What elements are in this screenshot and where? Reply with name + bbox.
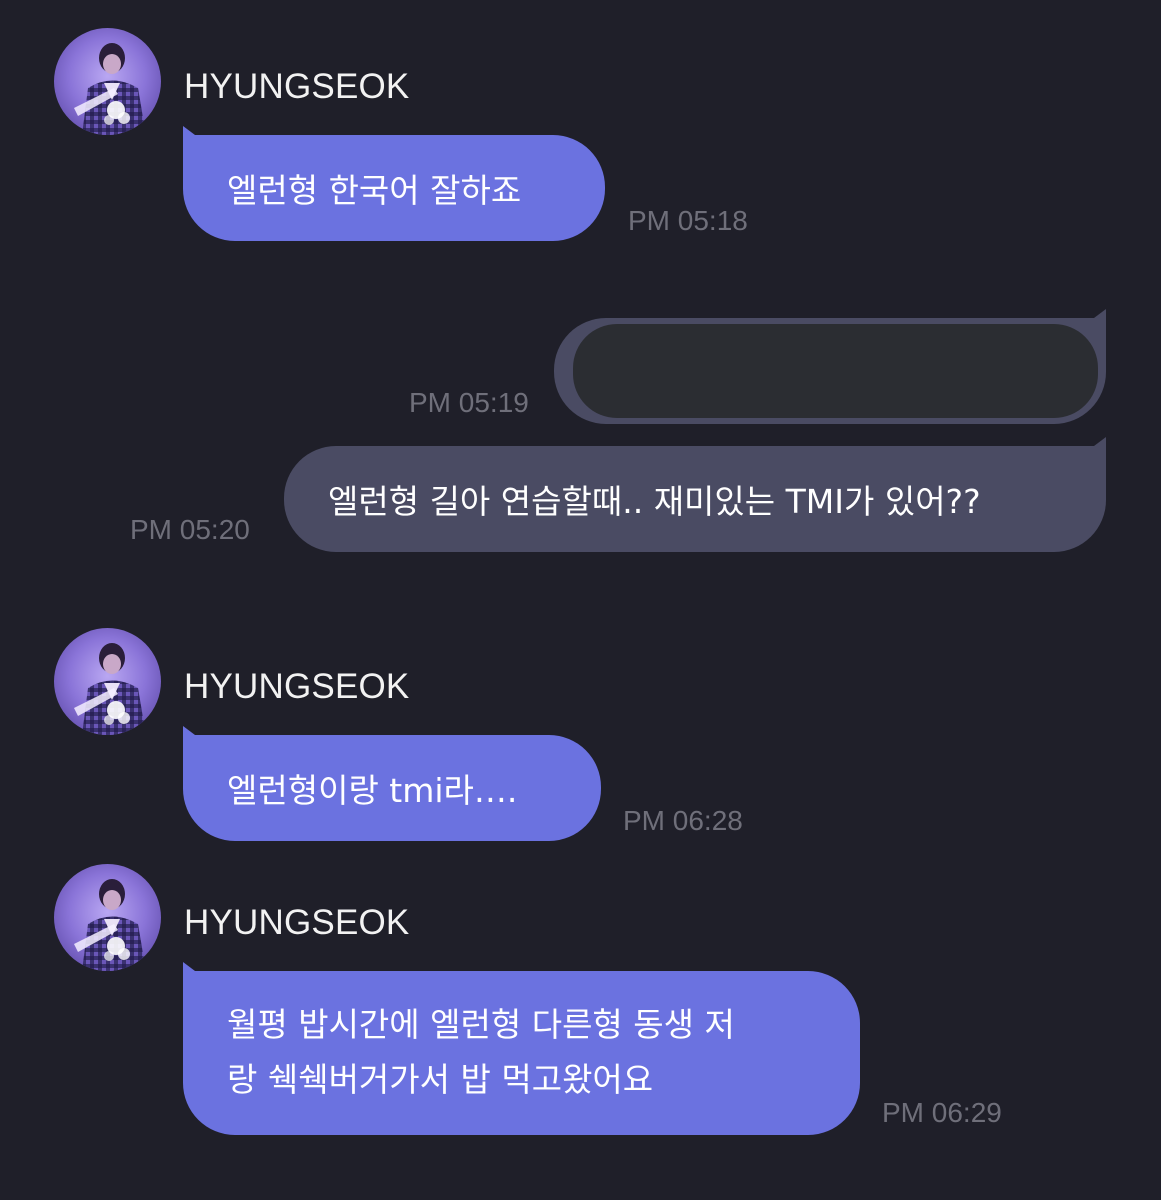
sender-name: HYUNGSEOK [184, 903, 410, 942]
message-text: 엘런형이랑 tmi라…. [227, 771, 518, 810]
bubble-tail [183, 962, 195, 971]
sender-name: HYUNGSEOK [184, 667, 410, 706]
incoming-message-bubble[interactable]: 월평 밥시간에 엘런형 다른형 동생 저 랑 쉑쉑버거가서 밥 먹고왔어요 [183, 962, 860, 1135]
outgoing-message-bubble[interactable]: 엘런형 길아 연습할때.. 재미있는 TMI가 있어?? [284, 437, 1106, 552]
avatar[interactable] [54, 28, 161, 135]
avatar-photo [54, 864, 161, 971]
avatar-photo [54, 628, 161, 735]
avatar[interactable] [54, 864, 161, 971]
sender-name: HYUNGSEOK [184, 67, 410, 106]
outgoing-message-bubble[interactable] [554, 309, 1106, 424]
incoming-message-bubble[interactable]: 엘런형 한국어 잘하죠 [183, 126, 605, 241]
bubble-tail [183, 726, 195, 735]
message-timestamp: PM 05:19 [409, 387, 529, 418]
bubble-tail [1094, 437, 1106, 446]
message-timestamp: PM 06:28 [623, 805, 743, 836]
avatar-photo [54, 28, 161, 135]
message-timestamp: PM 06:29 [882, 1097, 1002, 1128]
bubble-tail [1094, 309, 1106, 318]
incoming-message-bubble[interactable]: 엘런형이랑 tmi라…. [183, 726, 601, 841]
redacted-content [573, 324, 1098, 418]
message-text: 엘런형 길아 연습할때.. 재미있는 TMI가 있어?? [328, 482, 981, 521]
message-timestamp: PM 05:20 [130, 514, 250, 545]
message-text-line: 월평 밥시간에 엘런형 다른형 동생 저 [227, 1005, 735, 1044]
bubble-tail [183, 126, 195, 135]
avatar[interactable] [54, 628, 161, 735]
message-timestamp: PM 05:18 [628, 205, 748, 236]
message-text-line: 랑 쉑쉑버거가서 밥 먹고왔어요 [227, 1060, 654, 1099]
message-text: 엘런형 한국어 잘하죠 [227, 171, 522, 210]
